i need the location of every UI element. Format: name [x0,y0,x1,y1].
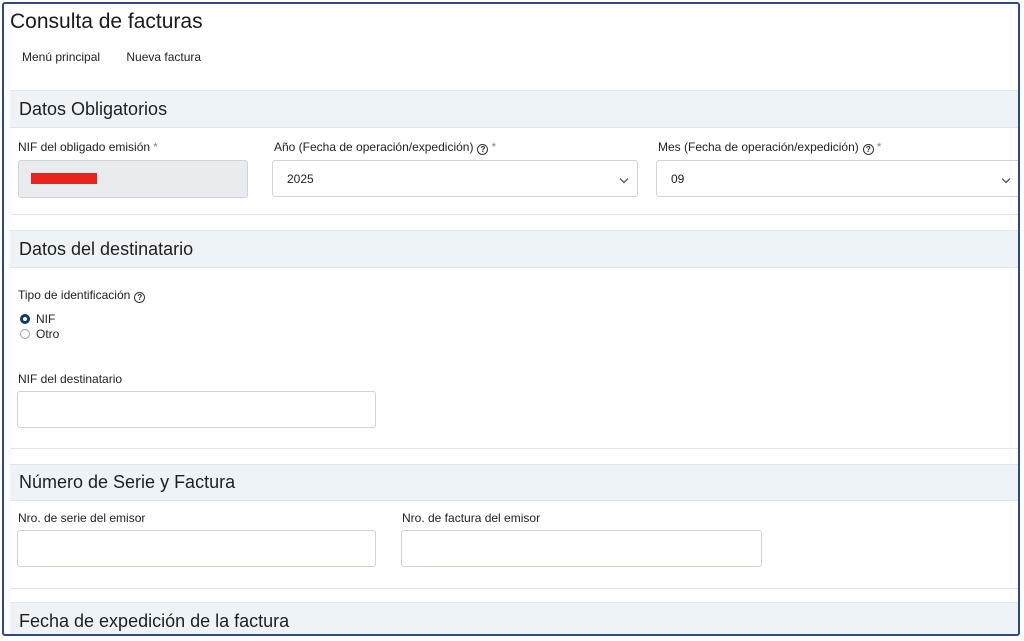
page-title: Consulta de facturas [10,10,203,33]
help-circle-icon[interactable]: ? [862,144,874,155]
section-title: Número de Serie y Factura [19,472,236,492]
section-header-serie-factura: Número de Serie y Factura [10,464,1018,501]
radio-label-nif: NIF [36,312,56,326]
section-header-obligatorios: Datos Obligatorios [10,90,1018,128]
tipo-identificacion-label: Tipo de identificación? [18,288,146,303]
radio-button[interactable] [20,329,30,339]
serie-emisor-input[interactable] [17,530,376,567]
nif-emision-field [18,160,248,198]
mes-select[interactable]: 09 [656,160,1018,197]
section-header-fecha-expedicion: Fecha de expedición de la factura [10,602,1018,634]
help-circle-icon[interactable]: ? [134,292,146,303]
mes-label: Mes (Fecha de operación/expedición)? * [658,140,881,155]
radio-label-otro: Otro [36,327,60,341]
required-mark: * [876,140,882,154]
app-frame: Consulta de facturas Menú principal Nuev… [2,2,1020,636]
nav-nueva-factura[interactable]: Nueva factura [126,50,201,64]
nav-menu-principal[interactable]: Menú principal [22,50,100,64]
nif-destinatario-label: NIF del destinatario [18,372,123,386]
nif-emision-label-text: NIF del obligado emisión [18,140,151,154]
radio-option-nif[interactable]: NIF [20,312,55,326]
anio-label: Año (Fecha de operación/expedición)? * [274,140,496,155]
mes-select-value: 09 [671,171,685,186]
nif-destinatario-input[interactable] [17,391,376,428]
redaction-bar [31,173,97,184]
section-title: Datos del destinatario [19,238,194,259]
chevron-down-icon [619,174,629,184]
radio-option-otro[interactable]: Otro [20,327,59,341]
section-title: Fecha de expedición de la factura [19,611,290,631]
required-mark: * [153,140,158,154]
factura-emisor-label: Nro. de factura del emisor [402,511,541,525]
help-circle-icon[interactable]: ? [477,144,489,155]
chevron-down-icon [1001,174,1011,184]
anio-select-value: 2025 [287,171,314,186]
mes-label-text: Mes (Fecha de operación/expedición) [658,140,859,154]
divider [10,448,1018,449]
top-nav: Menú principal Nueva factura [22,50,224,64]
section-header-destinatario: Datos del destinatario [10,230,1018,268]
nif-emision-label: NIF del obligado emisión * [18,140,158,154]
anio-label-text: Año (Fecha de operación/expedición) [274,140,474,154]
serie-emisor-label: Nro. de serie del emisor [18,511,146,525]
section-title: Datos Obligatorios [19,98,168,119]
anio-select[interactable]: 2025 [272,160,638,197]
required-mark: * [491,140,497,154]
divider [10,588,1018,589]
tipo-identificacion-label-text: Tipo de identificación [18,288,131,302]
divider [10,214,1018,215]
factura-emisor-input[interactable] [401,530,762,567]
radio-button-checked[interactable] [20,314,30,324]
